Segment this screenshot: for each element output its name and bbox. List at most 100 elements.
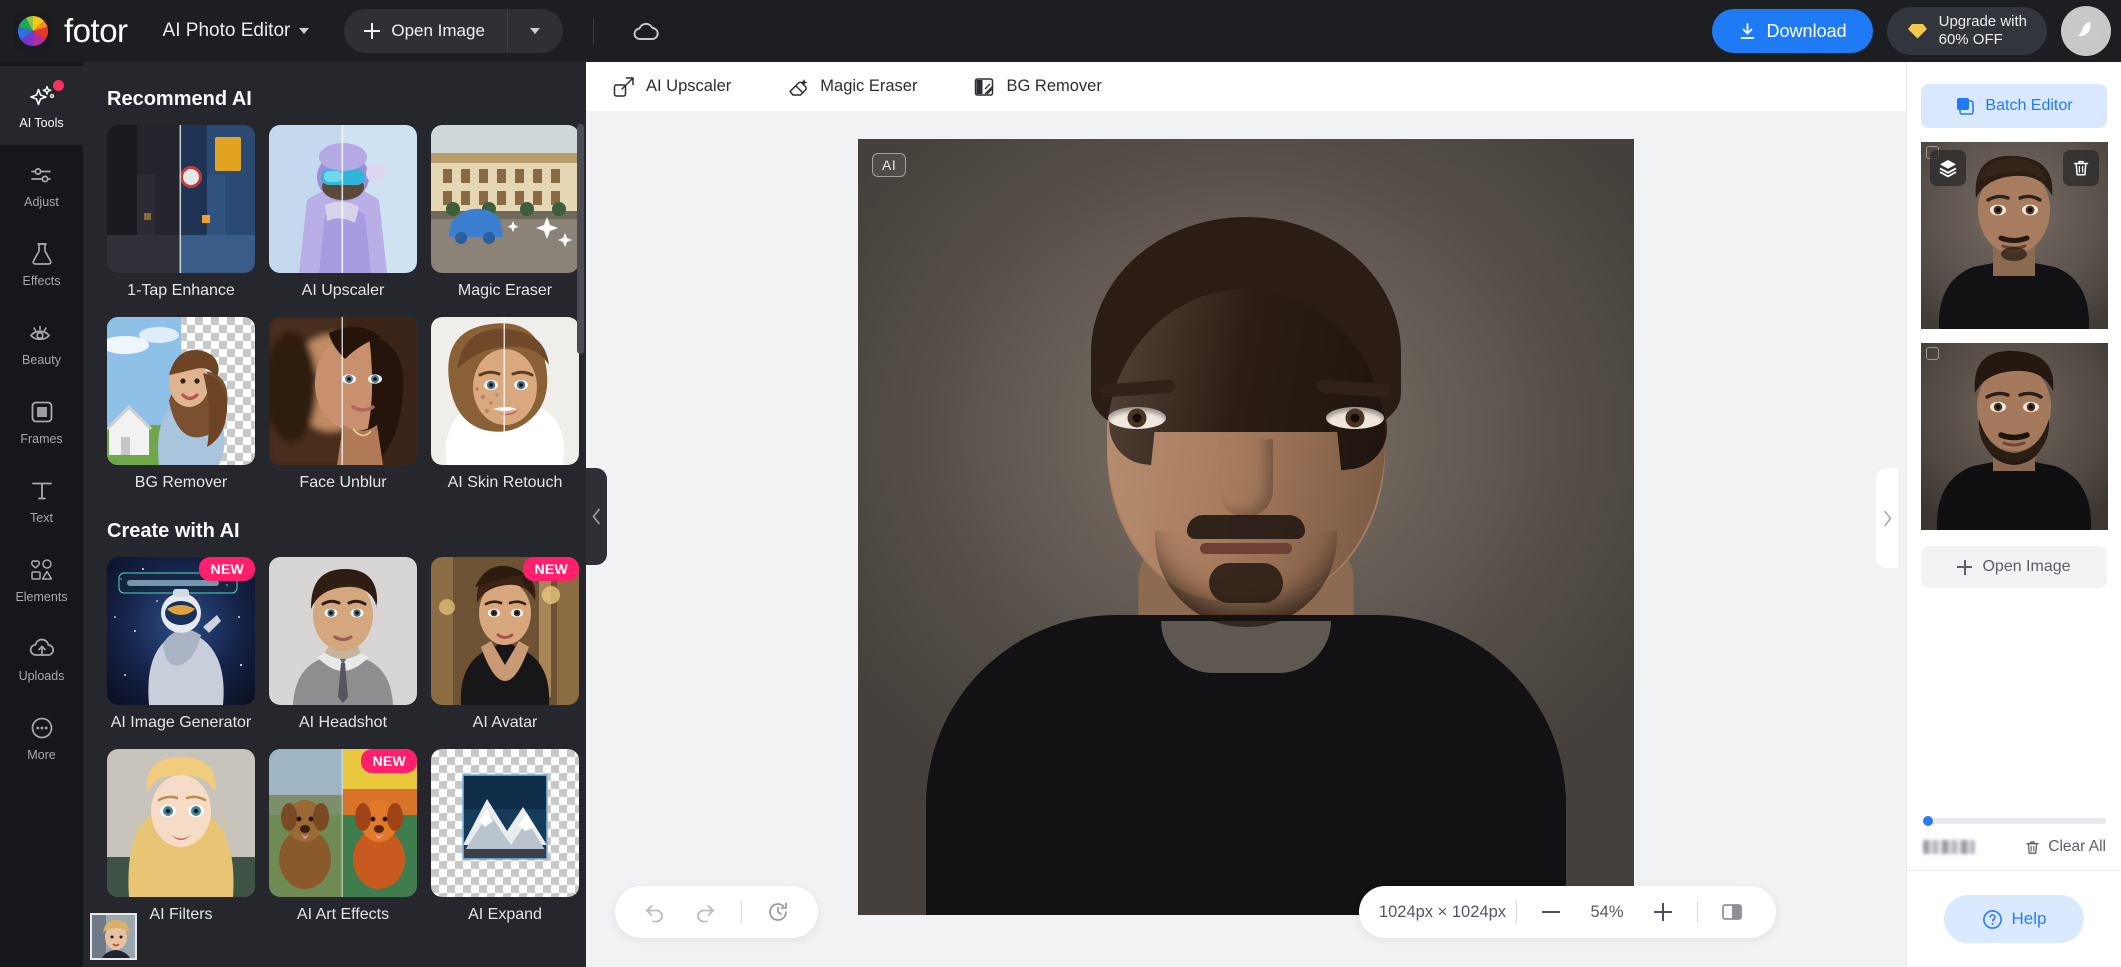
- upscale-icon: [613, 76, 634, 97]
- sidebar-item-label: Uploads: [18, 668, 65, 683]
- ellipsis-icon: [31, 717, 52, 738]
- tool-thumbnail: NEW: [107, 557, 255, 706]
- select-checkbox[interactable]: [1926, 347, 1939, 360]
- photo-chin-beard: [1209, 563, 1283, 603]
- tool-card-ai-headshot[interactable]: AI Headshot: [90, 557, 417, 960]
- clear-all-button[interactable]: Clear All: [2024, 838, 2106, 856]
- canvas-area[interactable]: AI: [586, 111, 1906, 967]
- open-image-button[interactable]: Open Image: [344, 9, 507, 53]
- badge-new: NEW: [199, 557, 255, 582]
- tool-card-1-tap-enhance[interactable]: 1-Tap Enhance: [107, 125, 255, 301]
- undo-button[interactable]: [631, 890, 679, 934]
- zoom-toolbar: 1024px × 1024px 54%: [1358, 886, 1776, 938]
- toolbar-separator: [1516, 901, 1517, 923]
- toolbar-item-bg-remover[interactable]: BG Remover: [963, 70, 1111, 104]
- toolbar-separator: [1697, 901, 1698, 923]
- tool-card-magic-eraser[interactable]: Magic Eraser: [431, 125, 579, 301]
- sidebar-item-label: Beauty: [22, 352, 61, 367]
- tool-thumbnail: NEW: [269, 748, 417, 897]
- sidebar-item-elements[interactable]: Elements: [0, 540, 83, 619]
- tool-card-ai-image-generator[interactable]: NEW AI Image Generator: [107, 557, 255, 733]
- tool-card-face-unblur[interactable]: Face Unblur: [269, 316, 417, 493]
- collapse-left-panel-button[interactable]: [586, 468, 607, 565]
- header-divider: [592, 18, 594, 44]
- trash-icon: [2073, 160, 2089, 176]
- slider-handle[interactable]: [1923, 816, 1933, 826]
- history-reset-icon: [769, 902, 787, 921]
- toolbar-item-magic-eraser[interactable]: Magic Eraser: [777, 70, 927, 104]
- help-label: Help: [2011, 909, 2047, 928]
- sidebar-item-ai-tools[interactable]: AI Tools: [0, 66, 83, 145]
- batch-panel: Batch Editor Open Image Clear All Help: [1906, 62, 2121, 967]
- help-button[interactable]: Help: [1944, 895, 2084, 943]
- compare-split-icon: [1722, 904, 1742, 920]
- upgrade-button[interactable]: Upgrade with 60% OFF: [1886, 7, 2047, 55]
- history-reset-button[interactable]: [754, 890, 802, 934]
- panel-scrollbar[interactable]: [577, 124, 584, 354]
- tool-card-ai-upscaler[interactable]: AI Upscaler: [269, 125, 417, 301]
- edited-photo[interactable]: AI: [858, 139, 1634, 915]
- sidebar-item-uploads[interactable]: Uploads: [0, 619, 83, 698]
- zoom-out-button[interactable]: [1527, 890, 1575, 934]
- tool-label: AI Upscaler: [301, 282, 385, 299]
- flask-icon: [31, 242, 52, 265]
- zoom-in-button[interactable]: [1639, 890, 1687, 934]
- download-button[interactable]: Download: [1711, 9, 1873, 53]
- ai-tools-panel: Recommend AI 1-Tap Enhance AI Upscaler M…: [83, 62, 586, 967]
- ai-badge: AI: [872, 153, 907, 177]
- batch-editor-button[interactable]: Batch Editor: [1921, 84, 2107, 128]
- diamond-icon: [1907, 24, 1927, 39]
- trash-icon: [2026, 840, 2039, 854]
- sidebar-item-more[interactable]: More: [0, 698, 83, 777]
- sidebar-item-text[interactable]: Text: [0, 461, 83, 540]
- layers-stack-icon: [1957, 98, 1975, 115]
- thumbnail-delete-button[interactable]: [2063, 150, 2099, 186]
- notification-dot: [53, 80, 64, 91]
- image-count-label: [1923, 840, 1975, 854]
- batch-panel-footer: Clear All: [1907, 816, 2121, 871]
- chevron-right-icon: [1883, 510, 1891, 526]
- plus-icon: [1957, 559, 1973, 575]
- badge-new: NEW: [361, 748, 417, 773]
- sidebar-item-label: More: [27, 747, 56, 762]
- toolbar-item-ai-upscaler[interactable]: AI Upscaler: [603, 70, 741, 104]
- open-image-label: Open Image: [391, 21, 485, 40]
- tool-label: Magic Eraser: [457, 282, 553, 299]
- sidebar-item-effects[interactable]: Effects: [0, 224, 83, 303]
- download-icon: [1740, 22, 1754, 39]
- avatar-bird-icon: [2069, 14, 2103, 48]
- redo-button[interactable]: [681, 890, 729, 934]
- batch-thumbnail-2[interactable]: [1921, 343, 2108, 530]
- photo-mouth: [1200, 543, 1292, 554]
- tool-card-ai-skin-retouch[interactable]: AI Skin Retouch: [431, 316, 579, 493]
- tool-thumbnail: [269, 125, 417, 273]
- cloud-save-button[interactable]: [626, 11, 666, 51]
- tool-card-ai-expand[interactable]: AI Expand: [431, 748, 579, 925]
- avatar[interactable]: [2061, 6, 2111, 56]
- sidebar-item-frames[interactable]: Frames: [0, 382, 83, 461]
- tool-thumbnail: [269, 316, 417, 465]
- zoom-level: 54%: [1590, 902, 1624, 921]
- toolbar-separator: [741, 901, 742, 923]
- tool-card-ai-art-effects[interactable]: NEW AI Art Effects: [269, 748, 417, 925]
- tool-thumbnail: [269, 557, 417, 706]
- open-image-dropdown-button[interactable]: [506, 9, 563, 53]
- open-image-button-panel[interactable]: Open Image: [1921, 546, 2107, 588]
- tool-label: AI Expand: [468, 905, 542, 923]
- tool-card-ai-filters[interactable]: AI Filters: [90, 748, 255, 960]
- sidebar-item-beauty[interactable]: Beauty: [0, 303, 83, 382]
- batch-thumbnail-1[interactable]: [1921, 142, 2108, 329]
- app-mode-selector[interactable]: AI Photo Editor: [163, 20, 310, 42]
- thumbnail-size-slider[interactable]: [1923, 816, 2106, 826]
- thumbnail-layers-button[interactable]: [1930, 150, 1966, 186]
- tool-card-bg-remover[interactable]: BG Remover: [107, 316, 255, 493]
- tool-thumbnail: NEW: [431, 557, 579, 706]
- brand-logo[interactable]: fotor: [14, 12, 128, 50]
- tool-card-ai-avatar[interactable]: NEW AI Avatar: [90, 557, 579, 960]
- collapse-right-panel-button[interactable]: [1876, 468, 1898, 568]
- tool-label: AI Skin Retouch: [447, 473, 563, 491]
- brand-name: fotor: [64, 12, 128, 49]
- compare-button[interactable]: [1708, 890, 1756, 934]
- sidebar-item-adjust[interactable]: Adjust: [0, 145, 83, 224]
- eraser-icon: [789, 78, 808, 96]
